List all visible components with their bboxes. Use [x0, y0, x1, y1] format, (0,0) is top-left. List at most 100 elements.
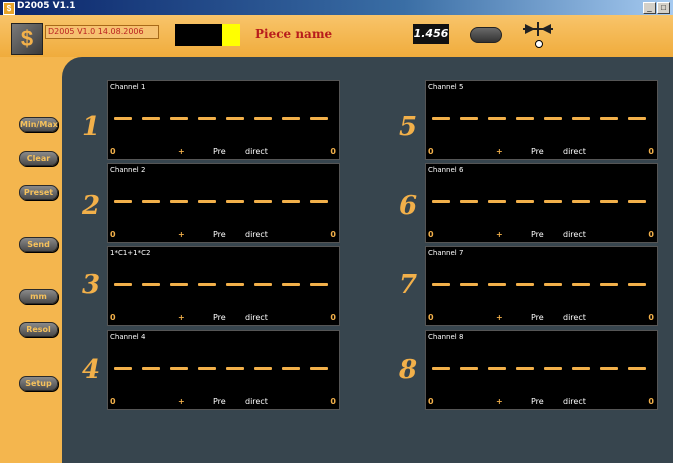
sign: + [178, 230, 185, 239]
sign: + [496, 230, 503, 239]
channel-label: Channel 7 [428, 249, 464, 257]
sign: + [178, 147, 185, 156]
mode: Pre [531, 313, 544, 322]
channel-number: 2 [82, 191, 101, 221]
preset-button[interactable]: Preset [19, 185, 58, 200]
channel-number: 7 [399, 270, 418, 300]
mode: Pre [213, 313, 226, 322]
type: direct [563, 313, 586, 322]
mm-button[interactable]: mm [19, 289, 58, 304]
channel-status: 0 + Pre direct 0 [108, 147, 339, 157]
channel-status: 0 + Pre direct 0 [426, 230, 657, 240]
channel-display-4[interactable]: Channel 4 0 + Pre direct 0 [107, 330, 340, 410]
channel-label: Channel 5 [428, 83, 464, 91]
left-zero: 0 [110, 313, 116, 322]
channel-label: Channel 4 [110, 333, 146, 341]
value-dashes [432, 367, 646, 370]
version-field: D2005 V1.0 14.08.2006 [45, 25, 159, 39]
pill-button[interactable] [470, 27, 502, 43]
sign: + [496, 147, 503, 156]
channel-status: 0 + Pre direct 0 [426, 397, 657, 407]
channel-display-1[interactable]: Channel 1 0 + Pre direct 0 [107, 80, 340, 160]
channel-status: 0 + Pre direct 0 [426, 147, 657, 157]
channel-display-6[interactable]: Channel 6 0 + Pre direct 0 [425, 163, 658, 243]
value-dashes [114, 367, 328, 370]
right-zero: 0 [330, 397, 336, 406]
value-dashes [114, 200, 328, 203]
channel-number: 8 [399, 355, 418, 385]
calibration-icon[interactable] [523, 21, 553, 37]
logo-icon: $ [11, 23, 43, 55]
calibration-radio[interactable] [535, 40, 543, 48]
app-icon[interactable]: $ [3, 2, 15, 15]
clear-button[interactable]: Clear [19, 151, 58, 166]
status-indicator [222, 24, 240, 46]
type: direct [245, 313, 268, 322]
channel-status: 0 + Pre direct 0 [108, 313, 339, 323]
maximize-button[interactable]: □ [657, 2, 670, 14]
mode: Pre [213, 230, 226, 239]
left-zero: 0 [428, 397, 434, 406]
value-display: 1.456 [413, 24, 449, 44]
channel-display-7[interactable]: Channel 7 0 + Pre direct 0 [425, 246, 658, 326]
mode: Pre [213, 397, 226, 406]
channel-display-5[interactable]: Channel 5 0 + Pre direct 0 [425, 80, 658, 160]
value-dashes [432, 283, 646, 286]
left-zero: 0 [110, 147, 116, 156]
right-zero: 0 [330, 313, 336, 322]
channel-status: 0 + Pre direct 0 [426, 313, 657, 323]
left-zero: 0 [428, 147, 434, 156]
window-title: D2005 V1.1 [17, 1, 76, 11]
piece-name-label[interactable]: Piece name [255, 27, 332, 41]
mode: Pre [531, 147, 544, 156]
setup-button[interactable]: Setup [19, 376, 58, 391]
sign: + [496, 397, 503, 406]
type: direct [245, 397, 268, 406]
channel-number: 5 [399, 112, 418, 142]
window-controls: _ □ [643, 2, 670, 14]
channel-display-3[interactable]: 1*C1+1*C2 0 + Pre direct 0 [107, 246, 340, 326]
channel-label: Channel 8 [428, 333, 464, 341]
mode: Pre [531, 397, 544, 406]
value-dashes [432, 200, 646, 203]
right-zero: 0 [648, 397, 654, 406]
resol-button[interactable]: Resol [19, 322, 58, 337]
type: direct [245, 230, 268, 239]
title-bar: $ D2005 V1.1 _ □ [0, 0, 673, 15]
right-zero: 0 [330, 230, 336, 239]
type: direct [563, 397, 586, 406]
value-dashes [432, 117, 646, 120]
channel-display-2[interactable]: Channel 2 0 + Pre direct 0 [107, 163, 340, 243]
left-zero: 0 [428, 313, 434, 322]
channel-label: Channel 2 [110, 166, 146, 174]
type: direct [245, 147, 268, 156]
sign: + [178, 397, 185, 406]
right-zero: 0 [648, 147, 654, 156]
type: direct [563, 230, 586, 239]
min-max-button[interactable]: Min/Max [19, 117, 58, 132]
channel-number: 4 [82, 355, 101, 385]
mode: Pre [213, 147, 226, 156]
left-zero: 0 [110, 230, 116, 239]
value-dashes [114, 283, 328, 286]
right-zero: 0 [648, 230, 654, 239]
right-zero: 0 [330, 147, 336, 156]
sign: + [178, 313, 185, 322]
channel-label: Channel 1 [110, 83, 146, 91]
channel-number: 3 [82, 270, 101, 300]
channel-label: 1*C1+1*C2 [110, 249, 151, 257]
channel-number: 6 [399, 191, 418, 221]
left-zero: 0 [110, 397, 116, 406]
channel-number: 1 [82, 112, 101, 142]
left-zero: 0 [428, 230, 434, 239]
minimize-button[interactable]: _ [643, 2, 656, 14]
right-zero: 0 [648, 313, 654, 322]
sign: + [496, 313, 503, 322]
mode: Pre [531, 230, 544, 239]
channel-label: Channel 6 [428, 166, 464, 174]
channel-display-8[interactable]: Channel 8 0 + Pre direct 0 [425, 330, 658, 410]
send-button[interactable]: Send [19, 237, 58, 252]
type: direct [563, 147, 586, 156]
status-display [175, 24, 222, 46]
value-dashes [114, 117, 328, 120]
